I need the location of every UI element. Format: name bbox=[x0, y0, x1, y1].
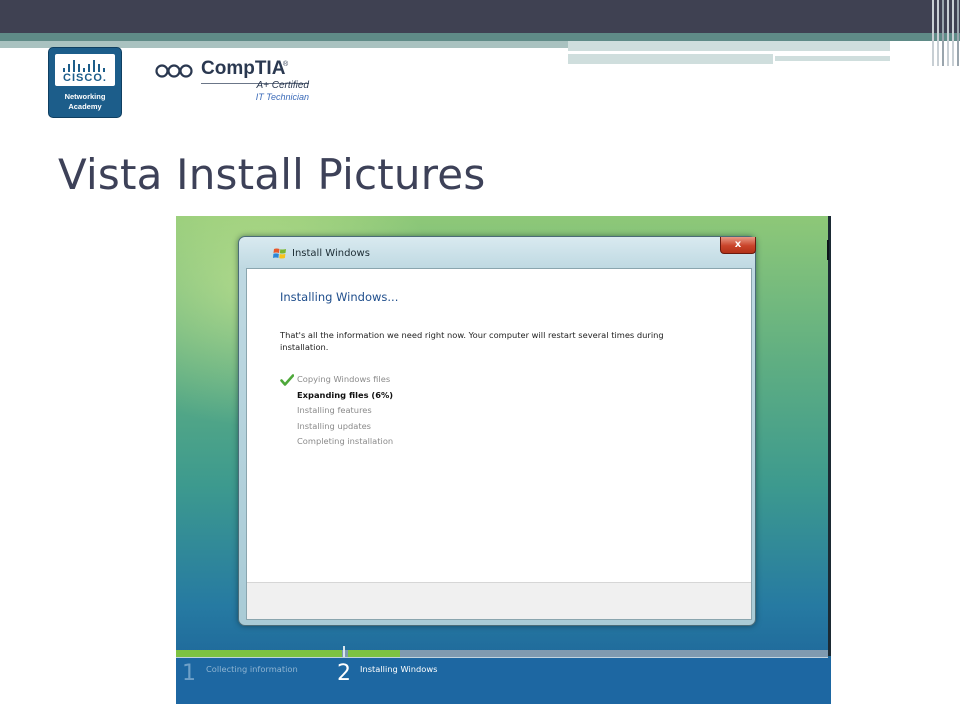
step-label: Installing features bbox=[297, 405, 372, 415]
dialog-title: Install Windows bbox=[292, 248, 370, 259]
comptia-wordmark: CompTIA bbox=[201, 58, 286, 79]
header-band-dark bbox=[0, 0, 960, 33]
cisco-sub-networking: Networking bbox=[64, 92, 106, 101]
step-label: Installing updates bbox=[297, 420, 371, 431]
header-band-light bbox=[568, 54, 773, 64]
list-item: Copying Windows files bbox=[280, 372, 393, 388]
header-band-teal bbox=[0, 33, 960, 41]
cisco-networking-academy-logo: CISCO. Networking Academy bbox=[48, 47, 122, 118]
cisco-sub-academy: Academy bbox=[68, 102, 102, 111]
cisco-wordmark-dot: . bbox=[102, 72, 107, 84]
comptia-technician-label: IT Technician bbox=[255, 92, 309, 102]
close-button[interactable]: x bbox=[720, 237, 756, 254]
install-steps-list: Copying Windows files Expanding files (6… bbox=[280, 372, 393, 450]
list-item: Expanding files (6%) bbox=[280, 388, 393, 404]
comptia-certified-label: A+ Certified bbox=[256, 80, 309, 91]
cisco-bars-icon bbox=[63, 58, 107, 72]
phase-2-label: Installing Windows bbox=[360, 664, 438, 674]
list-item: Installing features bbox=[280, 403, 393, 419]
close-icon: x bbox=[734, 239, 742, 250]
header-band-light bbox=[568, 41, 890, 51]
list-item: Installing updates bbox=[280, 419, 393, 435]
phase-1-progress-fill bbox=[176, 650, 342, 657]
slide-title: Vista Install Pictures bbox=[58, 150, 486, 199]
phase-1-number: 1 bbox=[182, 661, 196, 686]
corner-decoration bbox=[930, 0, 960, 66]
screenshot-edge bbox=[827, 240, 829, 260]
screenshot-edge bbox=[828, 216, 831, 656]
vista-install-screenshot: Install Windows x Installing Windows... … bbox=[176, 216, 831, 704]
header-band-light bbox=[775, 56, 890, 61]
comptia-trademark: ® bbox=[283, 61, 289, 68]
info-text: That's all the information we need right… bbox=[280, 330, 664, 352]
windows-logo-icon bbox=[273, 248, 286, 259]
phase-1-label: Collecting information bbox=[206, 664, 298, 674]
step-label: Expanding files (6%) bbox=[297, 389, 394, 400]
dialog-content: Installing Windows... That's all the inf… bbox=[246, 268, 752, 620]
setup-phase-bar: 1 Collecting information 2 Installing Wi… bbox=[176, 658, 831, 704]
check-icon bbox=[280, 374, 294, 386]
comptia-logo: CompTIA ® A+ Certified IT Technician bbox=[155, 58, 315, 108]
phase-2-progress-fill bbox=[348, 650, 400, 657]
phase-2-number: 2 bbox=[337, 661, 351, 686]
step-label: Copying Windows files bbox=[297, 374, 391, 384]
install-windows-dialog: Install Windows x Installing Windows... … bbox=[238, 236, 756, 626]
cisco-wordmark: CISCO bbox=[63, 72, 103, 84]
installing-heading: Installing Windows... bbox=[280, 290, 399, 304]
step-label: Completing installation bbox=[297, 436, 394, 446]
list-item: Completing installation bbox=[280, 434, 393, 450]
comptia-rings-icon bbox=[155, 64, 193, 78]
dialog-footer bbox=[247, 582, 751, 619]
